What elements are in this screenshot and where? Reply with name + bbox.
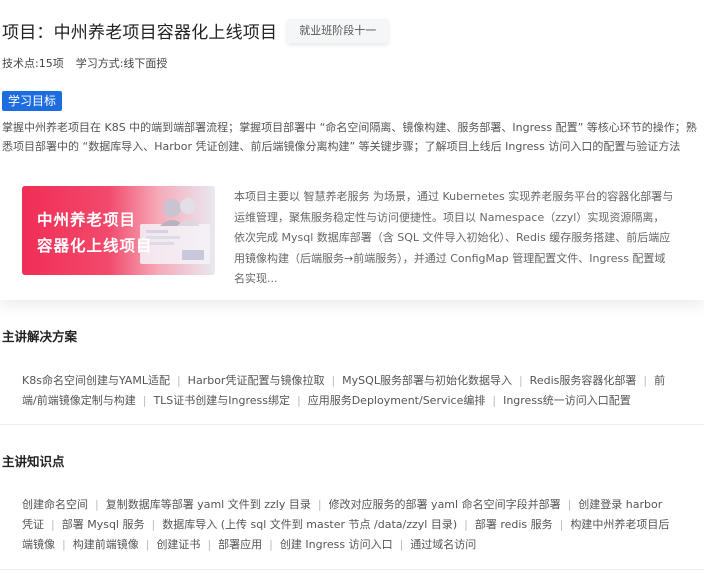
separator: | — [567, 498, 572, 511]
project-banner-image[interactable]: 中州养老项目 容器化上线项目 — [22, 186, 215, 275]
stage-badge: 就业班阶段十一 — [287, 18, 389, 43]
knowledge-title: 主讲知识点 — [2, 454, 65, 469]
tech-points: 技术点:15项 — [2, 57, 64, 70]
solution-item: Redis服务容器化部署 — [529, 374, 637, 387]
separator: | — [145, 538, 150, 551]
title-row: 项目：中州养老项目容器化上线项目 就业班阶段十一 — [2, 18, 389, 43]
learning-goal-tag: 学习目标 — [2, 91, 63, 111]
separator: | — [176, 374, 181, 387]
knowledge-item: 创建 Ingress 访问入口 — [279, 538, 393, 551]
knowledge-list: 创建命名空间 | 复制数据库等部署 yaml 文件到 zzly 目录 | 修改对应服务的… — [22, 495, 672, 555]
divider — [0, 569, 704, 570]
knowledge-item: 创建命名空间 — [22, 498, 88, 511]
divider — [0, 424, 704, 425]
separator: | — [207, 538, 212, 551]
separator: | — [62, 538, 66, 551]
banner-illustration-icon — [140, 198, 210, 264]
knowledge-item: 修改对应服务的部署 yaml 命名空间字段并部署 — [328, 498, 561, 511]
solutions-list: K8s命名空间创建与YAML适配 | Harbor凭证配置与镜像拉取 | MySQL服务… — [22, 371, 672, 411]
page-title: 项目：中州养老项目容器化上线项目 — [2, 23, 278, 43]
knowledge-item: 通过域名访问 — [410, 538, 477, 551]
separator: | — [464, 518, 468, 531]
knowledge-item: 部署 Mysql 服务 — [61, 518, 145, 531]
separator: | — [559, 518, 564, 531]
meta-row: 技术点:15项 学习方式:线下面授 — [2, 55, 167, 71]
learning-goal-text: 掌握中州养老项目在 K8S 中的端到端部署流程；掌握项目部署中 “命名空间隔离、… — [2, 121, 697, 153]
solution-item: MySQL服务部署与初始化数据导入 — [342, 374, 512, 387]
separator: | — [331, 374, 336, 387]
separator: | — [142, 394, 147, 407]
solution-item: TLS证书创建与Ingress绑定 — [153, 394, 290, 407]
knowledge-item: 部署 redis 服务 — [474, 518, 553, 531]
separator: | — [269, 538, 273, 551]
banner-title-line1: 中州养老项目 — [37, 211, 137, 229]
knowledge-item: 复制数据库等部署 yaml 文件到 zzly 目录 — [105, 498, 311, 511]
separator: | — [296, 394, 301, 407]
separator: | — [399, 538, 404, 551]
knowledge-item: 构建前端镜像 — [72, 538, 139, 551]
separator: | — [518, 374, 523, 387]
project-intro: 本项目主要以 智慧养老服务 为场景，通过 Kubernetes 实现养老服务平台… — [234, 190, 674, 285]
knowledge-item: 部署应用 — [218, 538, 263, 551]
separator: | — [95, 498, 99, 511]
solution-item: Harbor凭证配置与镜像拉取 — [187, 374, 325, 387]
separator: | — [643, 374, 648, 387]
solutions-title: 主讲解决方案 — [2, 329, 78, 344]
knowledge-item: 创建证书 — [156, 538, 201, 551]
banner-title-line2: 容器化上线项目 — [37, 237, 153, 255]
solution-item: 应用服务Deployment/Service编排 — [307, 394, 486, 407]
separator: | — [317, 498, 322, 511]
project-header-card: 项目：中州养老项目容器化上线项目 就业班阶段十一 技术点:15项 学习方式:线下… — [0, 0, 704, 300]
knowledge-item: 数据库导入 (上传 sql 文件到 master 节点 /data/zzyl 目… — [162, 518, 458, 531]
study-mode: 学习方式:线下面授 — [75, 57, 168, 70]
solution-item: K8s命名空间创建与YAML适配 — [22, 374, 170, 387]
separator: | — [51, 518, 55, 531]
separator: | — [492, 394, 497, 407]
solution-item: Ingress统一访问入口配置 — [503, 394, 631, 407]
separator: | — [151, 518, 156, 531]
